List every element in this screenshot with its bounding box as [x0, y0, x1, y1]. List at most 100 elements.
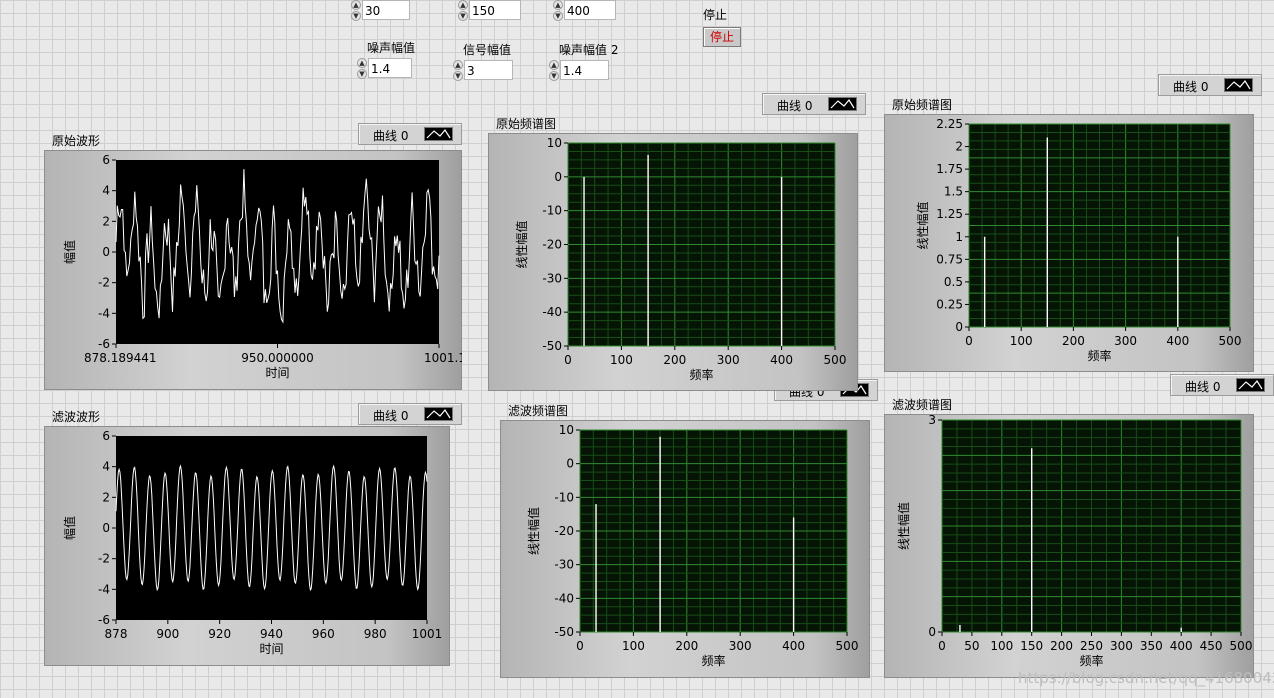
- y-tick-label: 3: [928, 414, 936, 427]
- y-tick-label: 0: [102, 245, 110, 259]
- plot-legend[interactable]: 曲线 0: [762, 93, 866, 115]
- increment-arrow-icon[interactable]: ▲: [453, 60, 463, 70]
- y-tick-label: -30: [542, 271, 562, 285]
- watermark: https://blog.csdn.net/qq_41680042: [1018, 669, 1274, 687]
- y-tick-label: 2: [102, 214, 110, 228]
- x-tick-label: 500: [824, 353, 847, 367]
- decrement-arrow-icon[interactable]: ▼: [549, 71, 559, 81]
- noise-amplitude-input[interactable]: 1.4: [368, 58, 412, 78]
- plot-legend[interactable]: 曲线 0: [1158, 74, 1262, 96]
- x-tick-label: 920: [208, 627, 231, 641]
- decrement-arrow-icon[interactable]: ▼: [453, 71, 463, 81]
- raw-spectrum-linear-graph[interactable]: 2.25 2 1.75 1.5 1.25 1 0.75 0.5 0.25 00 100 200 300 4…: [884, 114, 1254, 372]
- y-axis-label: 线性幅值: [896, 502, 911, 550]
- filtered-waveform-graph[interactable]: 6 4 2 0 -2 -4 -6878 900 920 940 960 980 1001 时间 幅值: [44, 426, 450, 666]
- legend-label: 曲线 0: [373, 409, 409, 423]
- spin-buttons[interactable]: ▲ ▼: [457, 0, 469, 22]
- y-tick-label: -40: [554, 591, 574, 605]
- y-tick-label: 1.25: [936, 207, 963, 221]
- increment-arrow-icon[interactable]: ▲: [458, 0, 468, 10]
- plot-legend[interactable]: 曲线 0: [1170, 374, 1274, 396]
- spin-buttons[interactable]: ▲ ▼: [356, 58, 368, 80]
- spin-buttons[interactable]: ▲ ▼: [548, 60, 560, 82]
- y-axis-label: 幅值: [62, 516, 77, 540]
- numeric-input[interactable]: 400: [564, 0, 616, 20]
- decrement-arrow-icon[interactable]: ▼: [553, 11, 563, 21]
- noise-amplitude-2-input[interactable]: 1.4: [560, 60, 609, 80]
- graph-title: 滤波频谱图: [508, 404, 569, 418]
- raw-spectrum-db-graph[interactable]: 100-10-20-30-40-500 100 200 300 400 500频率线性幅值: [488, 133, 858, 391]
- x-axis-label: 频率: [1079, 653, 1103, 668]
- signal-amplitude-input[interactable]: 3: [464, 60, 513, 80]
- numeric-input[interactable]: 30: [362, 0, 410, 20]
- y-tick-label: 0.75: [936, 252, 963, 266]
- x-tick-label: 400: [1166, 334, 1189, 348]
- x-tick-label: 400: [1170, 639, 1193, 653]
- signal-amplitude-label: 信号幅值: [463, 43, 512, 57]
- y-tick-label: -6: [98, 337, 110, 351]
- y-tick-label: 10: [559, 423, 574, 437]
- x-tick-label: 250: [1080, 639, 1103, 653]
- stop-button[interactable]: 停止: [703, 27, 741, 47]
- x-tick-label: 100: [1010, 334, 1033, 348]
- legend-label: 曲线 0: [777, 99, 813, 113]
- x-tick-label: 878: [105, 627, 128, 641]
- x-tick-label: 100: [622, 639, 645, 653]
- y-tick-label: -4: [98, 582, 110, 596]
- filtered-spectrum-db-graph[interactable]: 100-10-20-30-40-500 100 200 300 400 500频率线性幅值: [500, 420, 870, 678]
- y-tick-label: 0.5: [944, 275, 963, 289]
- stop-label: 停止: [703, 8, 728, 22]
- y-tick-label: 2: [955, 140, 963, 154]
- x-tick-label: 300: [729, 639, 752, 653]
- raw-waveform-graph[interactable]: 6 4 2 0 -2 -4 -6878.189441 950.000000 1001.18944…: [44, 150, 462, 390]
- plot-legend[interactable]: 曲线 0: [358, 123, 462, 145]
- decrement-arrow-icon[interactable]: ▼: [351, 11, 361, 21]
- x-tick-label: 350: [1140, 639, 1163, 653]
- filtered-spectrum-linear-graph[interactable]: 300 50 100 150 200 250 300 350 400 450 500频率线性幅值: [884, 414, 1254, 678]
- graph-title: 原始频谱图: [892, 98, 953, 112]
- decrement-arrow-icon[interactable]: ▼: [458, 11, 468, 21]
- increment-arrow-icon[interactable]: ▲: [553, 0, 563, 10]
- numeric-input[interactable]: 150: [469, 0, 521, 20]
- y-tick-label: -20: [542, 238, 562, 252]
- spin-buttons[interactable]: ▲ ▼: [350, 0, 362, 22]
- x-axis-label: 时间: [265, 366, 289, 380]
- x-tick-label: 980: [364, 627, 387, 641]
- spin-buttons[interactable]: ▲ ▼: [452, 60, 464, 82]
- y-tick-label: 0: [955, 320, 963, 334]
- x-tick-label: 50: [964, 639, 979, 653]
- x-axis-label: 频率: [701, 653, 725, 668]
- decrement-arrow-icon[interactable]: ▼: [357, 69, 367, 79]
- x-tick-label: 500: [1219, 334, 1242, 348]
- increment-arrow-icon[interactable]: ▲: [549, 60, 559, 70]
- x-tick-label: 400: [770, 353, 793, 367]
- x-tick-label: 200: [675, 639, 698, 653]
- graph-title: 滤波频谱图: [892, 398, 953, 412]
- curve-icon: [424, 407, 453, 421]
- x-tick-label: 200: [1050, 639, 1073, 653]
- y-tick-label: 1: [955, 230, 963, 244]
- x-tick-label: 100: [990, 639, 1013, 653]
- y-tick-label: 10: [547, 136, 562, 150]
- increment-arrow-icon[interactable]: ▲: [357, 58, 367, 68]
- spin-buttons[interactable]: ▲ ▼: [552, 0, 564, 22]
- y-tick-label: 2: [102, 490, 110, 504]
- noise-amplitude-label: 噪声幅值: [367, 41, 416, 55]
- plot-area: [116, 160, 439, 344]
- y-tick-label: 0: [928, 625, 936, 639]
- y-tick-label: 4: [102, 460, 110, 474]
- x-tick-label: 960: [312, 627, 335, 641]
- increment-arrow-icon[interactable]: ▲: [351, 0, 361, 10]
- curve-icon: [424, 127, 453, 141]
- plot-legend[interactable]: 曲线 0: [358, 403, 462, 425]
- x-tick-label: 950.000000: [241, 351, 314, 365]
- x-axis-label: 频率: [1087, 348, 1111, 363]
- legend-label: 曲线 0: [1173, 80, 1209, 94]
- y-axis-label: 线性幅值: [526, 507, 541, 555]
- x-tick-label: 0: [938, 639, 946, 653]
- x-tick-label: 200: [1062, 334, 1085, 348]
- y-tick-label: -50: [542, 339, 562, 353]
- x-tick-label: 100: [610, 353, 633, 367]
- curve-icon: [1236, 378, 1265, 392]
- y-tick-label: 1.75: [936, 162, 963, 176]
